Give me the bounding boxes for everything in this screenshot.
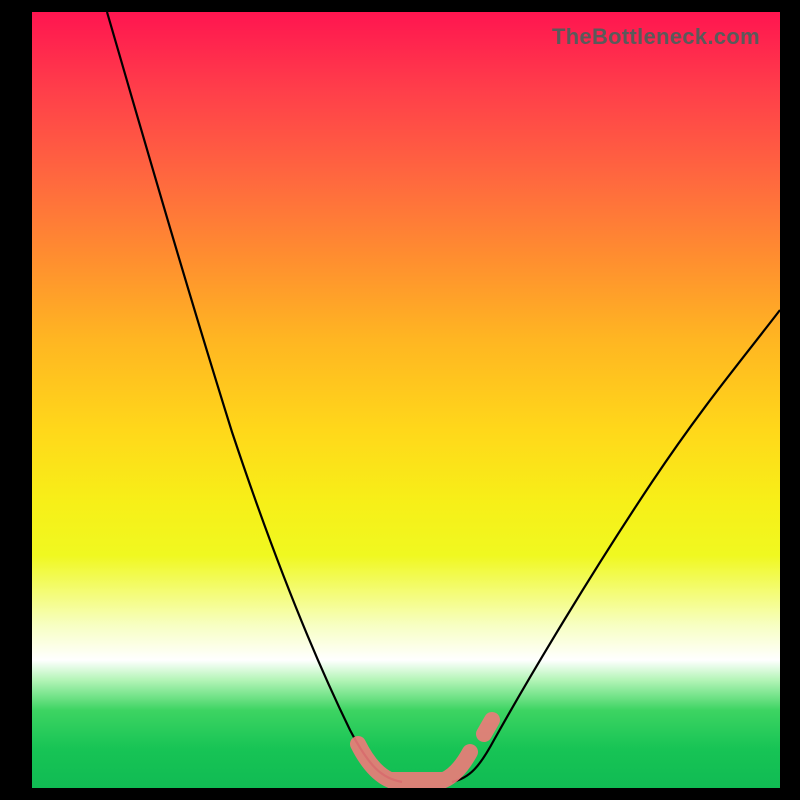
plot-area: TheBottleneck.com xyxy=(32,12,780,788)
curve-left-branch xyxy=(107,12,402,782)
optimal-range-marker-right xyxy=(484,720,492,734)
chart-frame: TheBottleneck.com xyxy=(0,0,800,800)
optimal-range-marker xyxy=(358,744,470,780)
curve-right-branch xyxy=(452,310,780,782)
watermark-label: TheBottleneck.com xyxy=(552,24,760,50)
curve-layer xyxy=(32,12,780,788)
